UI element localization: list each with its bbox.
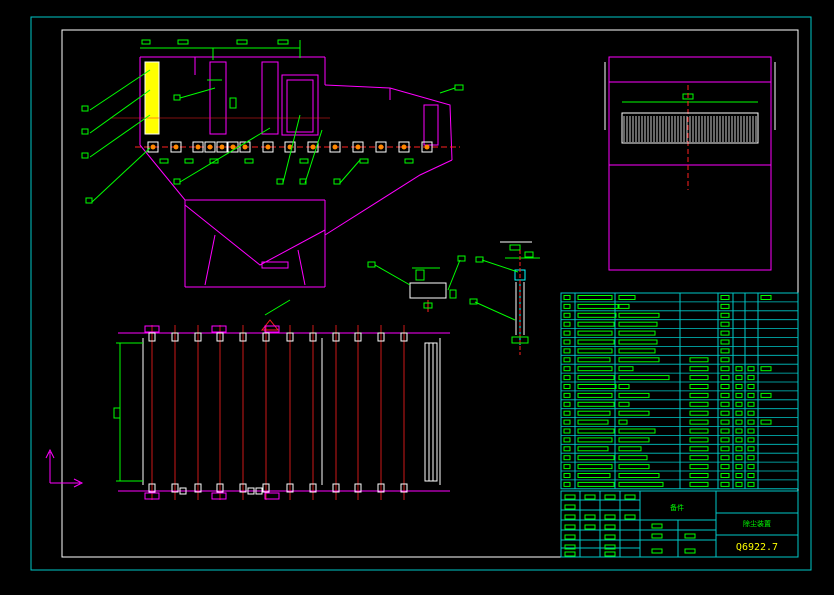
drawing-number: Q6922.7	[736, 542, 778, 553]
parts-table-row	[563, 384, 755, 389]
title-field	[684, 548, 696, 554]
parts-table-row	[563, 428, 755, 434]
parts-table-row	[563, 375, 755, 381]
parts-table-row	[563, 330, 730, 336]
dimension-tag	[244, 158, 254, 164]
filter-bag-highlight	[144, 61, 160, 135]
nozzle	[375, 141, 387, 153]
title-block-name: 除尘装置	[743, 519, 771, 528]
cad-drawing-canvas: 备件 除尘装置 Q6922.7	[0, 0, 834, 595]
top-dimensions	[140, 39, 301, 109]
nozzle-dimensions	[159, 158, 414, 164]
leader-lines-left	[81, 69, 464, 204]
parts-table	[560, 292, 799, 490]
side-view	[604, 56, 776, 271]
plan-support	[264, 492, 280, 500]
title-field	[564, 524, 576, 530]
title-field	[604, 524, 616, 530]
parts-table-row	[563, 419, 772, 425]
front-elevation-view	[139, 56, 453, 288]
plan-support	[211, 492, 227, 500]
parts-table-row	[563, 295, 772, 300]
cad-drawing: 备件 除尘装置 Q6922.7	[30, 16, 812, 571]
title-field	[564, 494, 576, 500]
detail-view-b	[469, 241, 540, 355]
parts-table-row	[563, 446, 755, 452]
parts-table-row	[563, 437, 755, 443]
title-field	[684, 533, 696, 539]
parts-table-row	[563, 312, 730, 318]
title-field	[584, 494, 596, 500]
parts-table-row	[563, 357, 730, 363]
title-field	[624, 514, 636, 520]
ucs-icon	[45, 448, 84, 488]
plan-view-flanges	[144, 325, 408, 500]
title-field	[564, 504, 576, 510]
nozzle	[204, 141, 216, 153]
dimension-tag	[299, 158, 309, 164]
title-field	[604, 514, 616, 520]
title-field	[564, 514, 576, 520]
plan-view	[113, 299, 450, 492]
dimension-tag	[404, 158, 414, 164]
parts-table-row	[563, 303, 730, 309]
plan-support	[211, 325, 227, 333]
dimension-tag	[184, 158, 194, 164]
parts-table-row	[563, 392, 772, 398]
parts-table-row	[563, 481, 755, 487]
title-field	[624, 494, 636, 500]
parts-table-row	[563, 348, 730, 354]
title-field	[604, 494, 616, 500]
title-field	[564, 551, 576, 557]
plan-view-centerlines	[151, 325, 405, 500]
title-field	[651, 533, 663, 539]
title-field	[584, 524, 596, 530]
title-field	[651, 523, 663, 529]
parts-table-row	[563, 455, 755, 461]
parts-table-row	[563, 339, 730, 345]
parts-table-row	[563, 464, 755, 470]
title-field	[584, 514, 596, 520]
detail-view-a	[367, 255, 466, 312]
parts-table-row	[563, 401, 755, 407]
side-view-bags	[623, 116, 757, 142]
parts-table-row	[563, 473, 755, 478]
parts-table-row	[563, 321, 730, 327]
parts-table-row	[563, 410, 755, 416]
title-block-sub: 备件	[670, 503, 684, 512]
title-field	[604, 551, 616, 557]
dimension-tag	[359, 158, 369, 164]
title-field	[604, 534, 616, 540]
dimension-tag	[159, 158, 169, 164]
title-field	[651, 548, 663, 554]
parts-table-row	[563, 366, 772, 372]
title-field	[564, 534, 576, 540]
